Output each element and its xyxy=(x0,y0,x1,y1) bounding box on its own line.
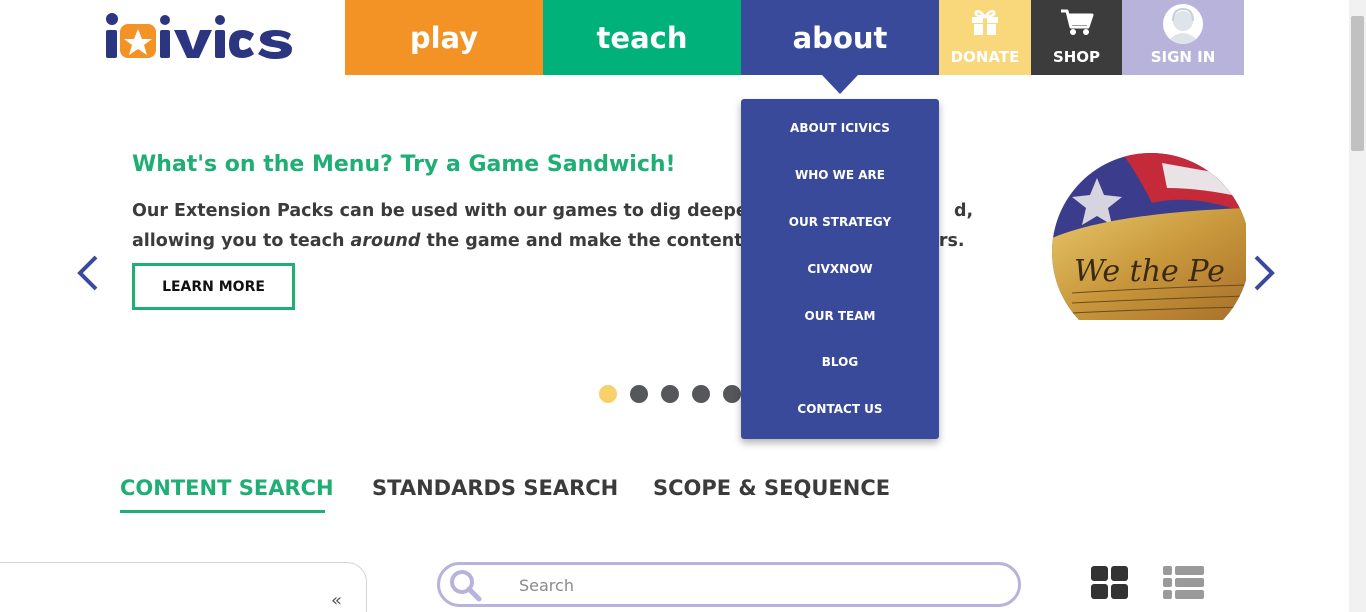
hero-title: What's on the Menu? Try a Game Sandwich! xyxy=(132,152,676,177)
hero-line-1-text: Our Extension Packs can be used with our… xyxy=(132,201,802,221)
menu-item-blog[interactable]: BLOG xyxy=(741,355,939,369)
menu-item-our-team[interactable]: OUR TEAM xyxy=(741,309,939,323)
hero-image: We the Pe xyxy=(1052,153,1246,320)
tab-standards-search[interactable]: STANDARDS SEARCH xyxy=(372,476,618,500)
nav-play[interactable]: play xyxy=(345,0,543,75)
filter-panel xyxy=(0,562,367,612)
cart-icon xyxy=(1060,9,1093,35)
carousel-dot-3[interactable] xyxy=(661,385,679,403)
double-chevron-left-icon[interactable]: « xyxy=(331,590,342,611)
nav-teach[interactable]: teach xyxy=(543,0,741,75)
menu-item-about-icivics[interactable]: ABOUT ICIVICS xyxy=(741,121,939,135)
search-icon[interactable] xyxy=(448,568,482,602)
nav-donate-label: DONATE xyxy=(950,48,1020,66)
tab-scope-sequence[interactable]: SCOPE & SEQUENCE xyxy=(653,476,890,500)
nav-shop-label: SHOP xyxy=(1052,48,1101,66)
menu-item-civxnow[interactable]: CIVXNOW xyxy=(741,262,939,276)
search-input[interactable] xyxy=(519,574,999,596)
active-tab-underline xyxy=(120,510,325,513)
hero-line-2-em: around xyxy=(350,231,421,251)
icivics-logo[interactable] xyxy=(104,12,294,62)
list-view-icon[interactable] xyxy=(1163,566,1204,599)
nav-donate[interactable]: DONATE xyxy=(939,0,1031,75)
chevron-left-icon[interactable] xyxy=(74,254,104,292)
menu-item-contact-us[interactable]: CONTACT US xyxy=(741,402,939,416)
gift-icon xyxy=(972,9,998,35)
carousel-dot-5[interactable] xyxy=(723,385,741,403)
carousel-dot-2[interactable] xyxy=(630,385,648,403)
page: play teach about DONATE SHOP SIGN IN Wha… xyxy=(0,0,1366,612)
hero-line-2-pre: allowing you to teach xyxy=(132,231,351,251)
nav-about[interactable]: about xyxy=(741,0,939,75)
tab-content-search[interactable]: CONTENT SEARCH xyxy=(120,476,334,500)
carousel-dot-1[interactable] xyxy=(599,385,617,403)
grid-view-icon[interactable] xyxy=(1091,566,1129,599)
carousel-dot-4[interactable] xyxy=(692,385,710,403)
about-dropdown-menu: ABOUT ICIVICS WHO WE ARE OUR STRATEGY CI… xyxy=(741,99,939,439)
hero-line-1-tail: d, xyxy=(954,201,974,221)
nav-shop[interactable]: SHOP xyxy=(1031,0,1122,75)
about-menu-caret xyxy=(822,75,858,94)
scrollbar-thumb[interactable] xyxy=(1351,16,1364,151)
chevron-right-icon[interactable] xyxy=(1248,254,1278,292)
svg-text:We the Pe: We the Pe xyxy=(1074,254,1225,289)
nav-sign-in-label: SIGN IN xyxy=(1150,48,1216,66)
nav-sign-in[interactable]: SIGN IN xyxy=(1122,0,1244,75)
avatar-icon xyxy=(1163,4,1203,44)
menu-item-our-strategy[interactable]: OUR STRATEGY xyxy=(741,215,939,229)
menu-item-who-we-are[interactable]: WHO WE ARE xyxy=(741,168,939,182)
learn-more-button[interactable]: LEARN MORE xyxy=(132,263,295,310)
